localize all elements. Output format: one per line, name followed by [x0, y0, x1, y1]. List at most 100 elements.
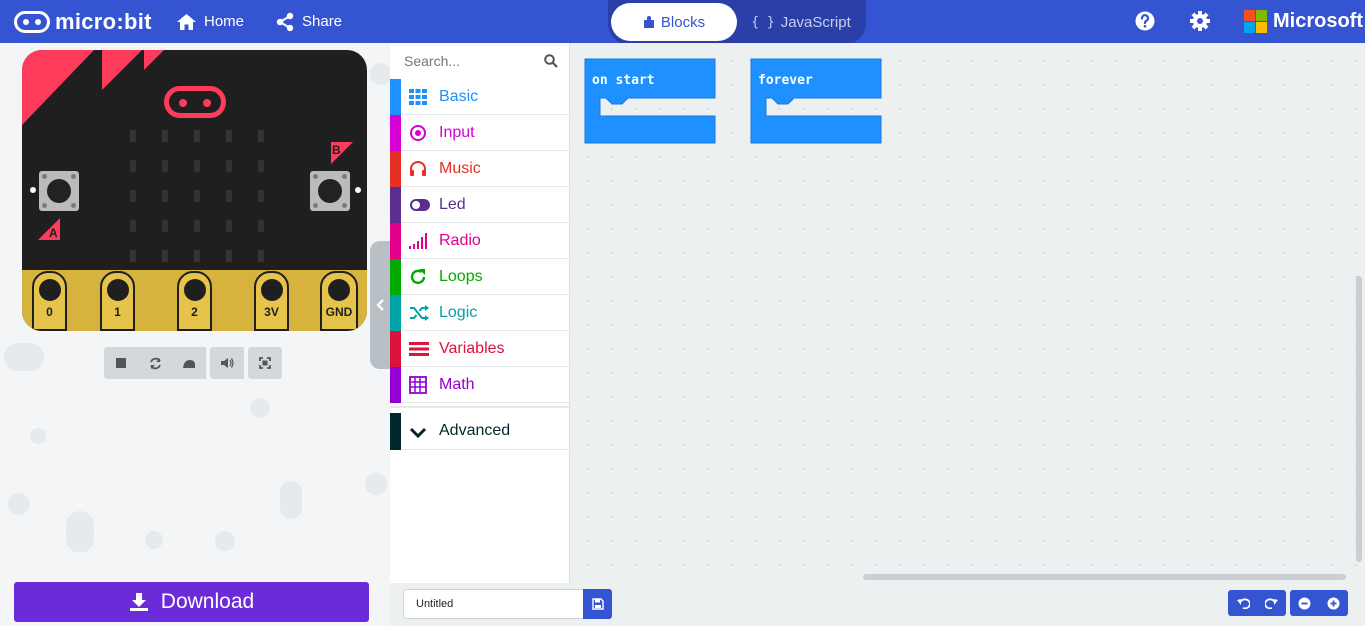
category-loops[interactable]: Loops: [390, 259, 569, 295]
search-icon[interactable]: [544, 54, 558, 68]
category-label: Radio: [439, 232, 481, 249]
refresh-icon: [410, 269, 426, 285]
fullscreen-icon: [259, 357, 271, 369]
pin-0[interactable]: 0: [32, 271, 67, 331]
category-music[interactable]: Music: [390, 151, 569, 187]
redo-button[interactable]: [1257, 590, 1286, 616]
stop-simulator-button[interactable]: [104, 347, 138, 379]
mute-audio-button[interactable]: [210, 347, 244, 379]
board-corner-decoration: [22, 50, 164, 125]
category-led[interactable]: Led: [390, 187, 569, 223]
category-label: Math: [439, 376, 475, 393]
slow-motion-icon: [183, 359, 195, 368]
category-variables[interactable]: Variables: [390, 331, 569, 367]
fullscreen-button[interactable]: [248, 347, 282, 379]
workspace-vertical-scrollbar[interactable]: [1356, 276, 1362, 562]
zoom-out-icon: [1298, 597, 1311, 609]
led-matrix: [130, 130, 266, 266]
blocks-tab[interactable]: Blocks: [611, 3, 737, 41]
pin-gnd[interactable]: GND: [320, 271, 358, 331]
category-logic[interactable]: Logic: [390, 295, 569, 331]
undo-icon: [1236, 598, 1250, 609]
workspace-horizontal-scrollbar[interactable]: [863, 574, 1346, 580]
collapse-simulator-button[interactable]: [370, 241, 390, 369]
category-radio[interactable]: Radio: [390, 223, 569, 259]
redo-icon: [1264, 598, 1278, 609]
category-basic[interactable]: Basic: [390, 79, 569, 115]
restart-icon: [149, 357, 161, 369]
share-button[interactable]: Share: [275, 0, 342, 43]
microsoft-label: Microsoft: [1273, 10, 1363, 32]
button-a-label: A: [49, 226, 58, 240]
category-label: Input: [439, 124, 475, 141]
share-label: Share: [302, 13, 343, 30]
category-label: Basic: [439, 88, 479, 105]
chevron-left-icon: [376, 299, 384, 311]
download-icon: [129, 593, 148, 611]
background-decoration: [370, 63, 390, 85]
zoom-in-icon: [1327, 597, 1340, 609]
on-start-label: on start: [592, 73, 655, 88]
microsoft-logo[interactable]: Microsoft: [1244, 10, 1363, 33]
home-icon: [177, 13, 196, 30]
on-start-block[interactable]: [584, 58, 716, 144]
search-input[interactable]: [390, 43, 568, 79]
javascript-braces-icon: { }: [751, 14, 775, 30]
headphones-icon: [410, 161, 426, 176]
microsoft-logo-icon: [1244, 10, 1267, 33]
calculator-icon: [409, 376, 427, 394]
microbit-logo-icon: [14, 11, 50, 33]
sound-icon: [221, 358, 234, 368]
button-b-label: B: [332, 143, 341, 157]
pin-3v[interactable]: 3V: [254, 271, 289, 331]
button-b[interactable]: [310, 171, 350, 211]
pin-2[interactable]: 2: [177, 271, 212, 331]
background-decoration: [66, 511, 94, 553]
microbit-logo[interactable]: micro:bit: [14, 9, 152, 35]
simulator-toolbar: [104, 347, 282, 379]
stop-icon: [116, 358, 126, 368]
zoom-out-button[interactable]: [1290, 590, 1319, 616]
button-a[interactable]: [39, 171, 79, 211]
target-icon: [410, 125, 426, 141]
help-icon[interactable]: [1134, 10, 1156, 32]
home-label: Home: [204, 13, 245, 30]
home-button[interactable]: Home: [176, 0, 244, 43]
logo-text: micro:bit: [55, 9, 152, 34]
category-label: Advanced: [439, 422, 511, 439]
background-decoration: [215, 531, 235, 551]
button-a-indicator: [30, 187, 36, 193]
zoom-in-button[interactable]: [1319, 590, 1348, 616]
share-icon: [276, 12, 294, 31]
forever-block[interactable]: [750, 58, 882, 144]
forever-label: forever: [758, 73, 813, 88]
restart-simulator-button[interactable]: [138, 347, 172, 379]
puzzle-icon: [643, 15, 654, 28]
background-decoration: [8, 493, 30, 515]
project-name-input[interactable]: [403, 589, 584, 619]
gear-icon[interactable]: [1189, 10, 1211, 32]
pin-1[interactable]: 1: [100, 271, 135, 331]
chevron-down-icon: [409, 427, 427, 439]
top-menu-bar: micro:bit Home Share Blocks { } JavaScri…: [0, 0, 1365, 45]
category-advanced[interactable]: Advanced: [390, 413, 569, 450]
category-input[interactable]: Input: [390, 115, 569, 151]
download-button[interactable]: Download: [14, 582, 369, 622]
editor-mode-toggle: Blocks { } JavaScript: [608, 0, 866, 45]
blocks-workspace[interactable]: on start forever: [570, 43, 1365, 583]
blocks-label: Blocks: [660, 13, 706, 31]
category-label: Logic: [439, 304, 478, 321]
undo-button[interactable]: [1228, 590, 1257, 616]
signal-icon: [409, 233, 427, 249]
save-button[interactable]: [583, 589, 612, 619]
category-math[interactable]: Math: [390, 367, 569, 403]
list-icon: [409, 342, 429, 356]
category-label: Led: [439, 196, 466, 213]
background-decoration: [4, 343, 44, 371]
javascript-tab[interactable]: { } JavaScript: [738, 3, 864, 41]
toolbox-search: [390, 43, 570, 79]
toolbox: Basic Input Music Led Radio Loops Logic …: [390, 43, 570, 583]
slow-motion-button[interactable]: [172, 347, 206, 379]
shuffle-icon: [410, 305, 429, 321]
grid-icon: [409, 89, 427, 105]
